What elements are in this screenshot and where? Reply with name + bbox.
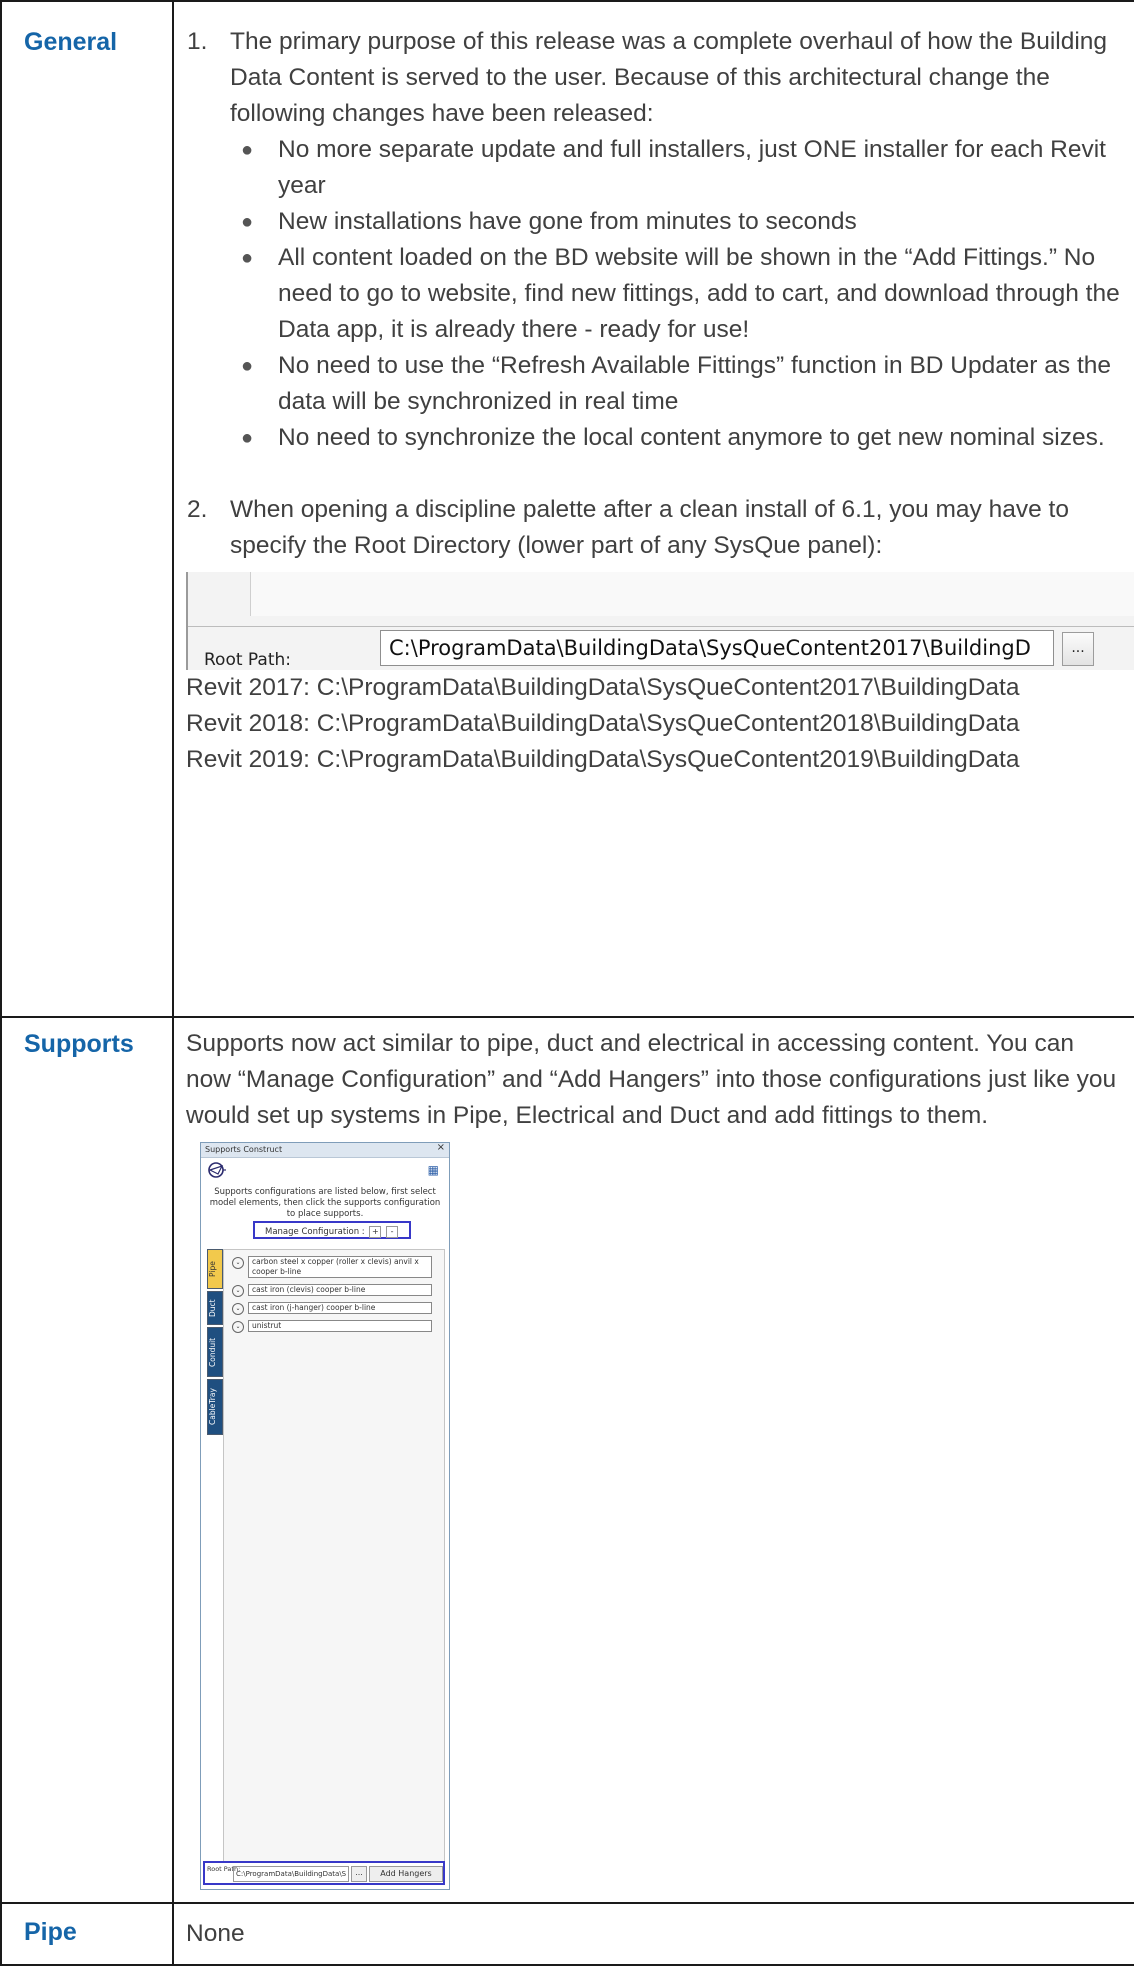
configuration-list: ⌄ carbon steel x copper (roller x clevis… [223,1249,445,1881]
chevron-down-icon[interactable]: ⌄ [232,1321,244,1333]
root-path-label: Root Path: [204,650,291,670]
content-cell: Supports now act similar to pipe, duct a… [172,1016,1134,1904]
tab-duct[interactable]: Duct [207,1291,223,1325]
list-item[interactable]: ⌄ carbon steel x copper (roller x clevis… [232,1256,432,1278]
manage-configuration-label: Manage Configuration : [265,1227,365,1237]
chevron-down-icon[interactable]: ⌄ [232,1285,244,1297]
list-item-1: 1. The primary purpose of this release w… [174,24,1124,456]
row-pipe: Pipe None [0,1902,1134,1966]
bullet-item: ● No need to use the “Refresh Available F… [230,348,1124,420]
add-hangers-button[interactable]: Add Hangers [369,1866,443,1882]
panel-title: Supports Construct [205,1145,283,1154]
tab-pipe[interactable]: Pipe [207,1249,223,1289]
bullet-item: ● No need to synchronize the local conten… [230,420,1124,456]
content-cell: 1. The primary purpose of this release w… [172,0,1134,1018]
divider [188,626,1134,627]
release-notes-table: General 1. The primary purpose of this r… [0,0,1134,1966]
bullet-item: ● New installations have gone from minute… [230,204,1124,240]
item-number: 1. [187,28,208,55]
list-item-2: 2. When opening a discipline palette aft… [174,492,1124,564]
bullet-list: ● No more separate update and full instal… [230,132,1124,456]
label-cell: General [0,0,174,1018]
bullet-icon: ● [241,355,254,377]
revit-path-2017: Revit 2017: C:\ProgramData\BuildingData\… [186,674,1020,701]
configuration-name[interactable]: cast iron (clevis) cooper b-line [248,1284,432,1296]
revit-path-2018: Revit 2018: C:\ProgramData\BuildingData\… [186,710,1020,737]
numbered-list: 1. The primary purpose of this release w… [174,24,1124,564]
label-cell: Supports [0,1016,174,1904]
revit-path-2019: Revit 2019: C:\ProgramData\BuildingData\… [186,746,1020,773]
row-general: General 1. The primary purpose of this r… [0,0,1134,1018]
list-item[interactable]: ⌄ unistrut [232,1320,432,1333]
bullet-item: ● All content loaded on the BD website wi… [230,240,1124,348]
row-label-pipe: Pipe [24,1918,77,1946]
item-number: 2. [187,496,208,523]
supports-description: Supports now act similar to pipe, duct a… [186,1030,1117,1129]
content-cell: None [172,1902,1134,1966]
list-item[interactable]: ⌄ cast iron (clevis) cooper b-line [232,1284,432,1297]
tab-conduit[interactable]: Conduit [207,1327,223,1377]
panel-titlebar: Supports Construct × [201,1143,449,1158]
root-path-screenshot: Root Path: C:\ProgramData\BuildingData\S… [186,572,1134,670]
remove-configuration-button[interactable]: - [386,1225,399,1238]
logo-icon [208,1162,226,1178]
bullet-text: New installations have gone from minutes… [278,208,857,235]
release-notes-page: General 1. The primary purpose of this r… [0,0,1134,1966]
bullet-icon: ● [241,427,254,449]
bullet-text: No need to synchronize the local content… [278,424,1105,451]
bullet-text: No need to use the “Refresh Available Fi… [278,352,1112,415]
supports-construct-panel: Supports Construct × ▦ Supports configur… [200,1142,450,1890]
manage-configuration: Manage Configuration : + - [253,1221,411,1239]
bullet-icon: ● [241,247,254,269]
panel-description: Supports configurations are listed below… [209,1187,441,1219]
panel-footer: Root Path: C:\ProgramData\BuildingData\S… [203,1861,445,1885]
item-text: When opening a discipline palette after … [230,496,1069,559]
label-cell: Pipe [0,1902,174,1966]
browse-button[interactable]: ... [351,1866,367,1882]
root-path-input[interactable]: C:\ProgramData\BuildingData\SysQueConten… [380,630,1054,666]
root-path-input[interactable]: C:\ProgramData\BuildingData\S [233,1866,349,1882]
configuration-name[interactable]: carbon steel x copper (roller x clevis) … [248,1256,432,1278]
item-text: The primary purpose of this release was … [230,28,1108,127]
bullet-item: ● No more separate update and full instal… [230,132,1124,204]
list-item[interactable]: ⌄ cast iron (j-hanger) cooper b-line [232,1302,432,1315]
revit-paths: Revit 2017: C:\ProgramData\BuildingData\… [174,670,1124,790]
bullet-icon: ● [241,139,254,161]
add-configuration-button[interactable]: + [369,1225,382,1238]
configuration-name[interactable]: cast iron (j-hanger) cooper b-line [248,1302,432,1314]
configuration-name[interactable]: unistrut [248,1320,432,1332]
chevron-down-icon[interactable]: ⌄ [232,1303,244,1315]
bullet-icon: ● [241,211,254,233]
row-label-supports: Supports [24,1030,134,1058]
tab-cabletray[interactable]: CableTray [207,1379,223,1435]
chevron-down-icon[interactable]: ⌄ [232,1257,244,1269]
bullet-text: All content loaded on the BD website wil… [278,244,1120,343]
pipe-text: None [186,1920,245,1947]
panel-inner [250,572,1134,616]
close-icon[interactable]: × [437,1143,445,1153]
row-label-general: General [24,28,118,56]
grid-icon[interactable]: ▦ [428,1164,439,1176]
row-supports: Supports Supports now act similar to pip… [0,1016,1134,1904]
browse-button[interactable]: ... [1062,632,1094,666]
bullet-text: No more separate update and full install… [278,136,1106,199]
